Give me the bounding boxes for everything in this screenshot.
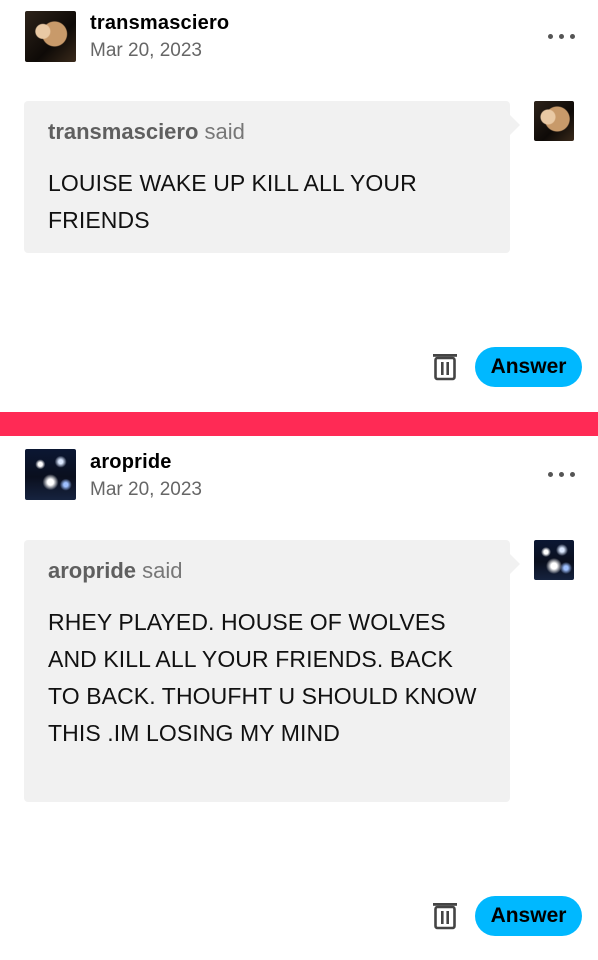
trash-icon[interactable] xyxy=(432,351,458,381)
username[interactable]: aropride xyxy=(90,451,172,474)
post-date: Mar 20, 2023 xyxy=(90,40,202,61)
post-date: Mar 20, 2023 xyxy=(90,479,202,500)
trash-icon[interactable] xyxy=(432,900,458,930)
asker-line: transmasciero said xyxy=(48,117,486,147)
asker-avatar[interactable] xyxy=(534,540,574,580)
ask-bubble: aropride said RHEY PLAYED. HOUSE OF WOLV… xyxy=(24,540,520,802)
post-divider xyxy=(0,412,598,436)
more-options-icon[interactable] xyxy=(544,24,580,48)
said-label: said xyxy=(204,119,245,144)
answer-button[interactable]: Answer xyxy=(475,896,582,936)
asker-name[interactable]: aropride xyxy=(48,558,136,583)
user-avatar[interactable] xyxy=(25,11,76,62)
said-label: said xyxy=(142,558,183,583)
asker-name[interactable]: transmasciero xyxy=(48,119,198,144)
asker-line: aropride said xyxy=(48,556,486,586)
ask-post-1: transmasciero Mar 20, 2023 transmasciero… xyxy=(0,0,598,412)
ask-message: LOUISE WAKE UP KILL ALL YOUR FRIENDS xyxy=(48,170,417,233)
answer-button[interactable]: Answer xyxy=(475,347,582,387)
asker-avatar[interactable] xyxy=(534,101,574,141)
ask-bubble: transmasciero said LOUISE WAKE UP KILL A… xyxy=(24,101,520,253)
username[interactable]: transmasciero xyxy=(90,12,229,35)
ask-post-2: aropride Mar 20, 2023 aropride said RHEY… xyxy=(0,436,598,960)
user-avatar[interactable] xyxy=(25,449,76,500)
more-options-icon[interactable] xyxy=(544,462,580,486)
ask-message: RHEY PLAYED. HOUSE OF WOLVES AND KILL AL… xyxy=(48,609,477,746)
